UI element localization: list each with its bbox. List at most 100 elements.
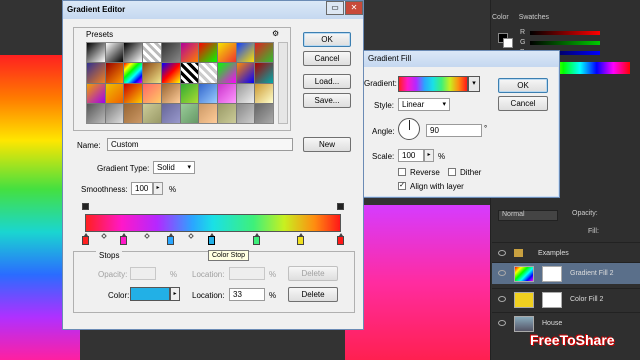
preset-swatch[interactable] [236,63,255,83]
blend-mode-dropdown[interactable]: Normal [498,210,558,221]
midpoint-diamond[interactable] [144,233,150,239]
preset-swatch[interactable] [161,63,180,83]
preset-swatch[interactable] [161,103,180,123]
opacity-stop-left[interactable] [82,203,89,210]
visibility-eye-icon[interactable] [498,250,506,256]
layer-gradient-fill-2[interactable]: Gradient Fill 2 [492,262,640,284]
presets-grid[interactable] [86,42,274,124]
name-input[interactable]: Custom [107,138,293,151]
visibility-eye-icon[interactable] [498,320,506,326]
preset-swatch[interactable] [255,43,273,63]
angle-dial[interactable] [398,118,420,140]
preset-swatch[interactable] [217,83,236,103]
preset-swatch[interactable] [124,63,143,83]
color-menu-arrow-icon[interactable]: ▸ [170,287,180,301]
preset-swatch[interactable] [161,83,180,103]
presets-scrollbar[interactable] [278,42,288,124]
color-stop[interactable] [253,233,260,245]
preset-swatch[interactable] [180,63,199,83]
style-dropdown[interactable]: Linear [398,98,450,111]
preset-swatch[interactable] [87,103,105,123]
color-stop[interactable] [167,233,174,245]
color-stop-selected[interactable] [208,233,215,245]
save-button[interactable]: Save... [303,93,351,108]
red-slider[interactable] [530,31,600,35]
preset-swatch[interactable] [199,103,217,123]
cancel-button[interactable]: Cancel [498,96,548,111]
preset-swatch[interactable] [124,83,143,103]
color-stop[interactable] [337,233,344,245]
layer-color-fill-2[interactable]: Color Fill 2 [492,288,640,310]
preset-swatch[interactable] [199,83,217,103]
preset-swatch[interactable] [217,103,236,123]
scale-dropdown-arrow-icon[interactable]: ▸ [424,149,434,162]
new-button[interactable]: New [303,137,351,152]
color-stop[interactable] [82,233,89,245]
layer-name: House [542,320,563,327]
green-slider[interactable] [530,41,600,45]
preset-swatch[interactable] [143,63,161,83]
angle-input[interactable]: 90 [426,124,482,137]
gradient-picker-arrow-icon[interactable]: ▾ [468,76,480,92]
tab-swatches[interactable]: Swatches [519,14,549,21]
preset-swatch[interactable] [180,103,199,123]
preset-swatch[interactable] [255,103,273,123]
preset-swatch[interactable] [143,83,161,103]
preset-swatch[interactable] [87,63,105,83]
align-with-layer-checkbox[interactable]: ✓ [398,182,406,190]
color-delete-button[interactable]: Delete [288,287,338,302]
preset-swatch[interactable] [105,83,124,103]
opacity-stop-right[interactable] [337,203,344,210]
smoothness-input[interactable]: 100 [131,182,153,195]
gradient-preview-swatch[interactable] [398,76,468,92]
load-button[interactable]: Load... [303,74,351,89]
reverse-checkbox[interactable] [398,168,406,176]
preset-swatch[interactable] [199,43,217,63]
canvas-gradient-bottom [345,205,495,360]
preset-swatch[interactable] [161,43,180,63]
preset-swatch[interactable] [105,43,124,63]
preset-swatch[interactable] [180,43,199,63]
color-stop[interactable] [297,233,304,245]
preset-swatch[interactable] [124,103,143,123]
dither-checkbox[interactable] [448,168,456,176]
midpoint-diamond[interactable] [188,233,194,239]
preset-swatch[interactable] [236,103,255,123]
opacity-delete-button[interactable]: Delete [288,266,338,281]
stop-color-swatch[interactable] [130,287,170,301]
color-location-input[interactable]: 33 [229,288,265,301]
scale-input[interactable]: 100 [398,149,424,162]
preset-swatch[interactable] [105,63,124,83]
preset-swatch[interactable] [87,43,105,63]
preset-swatch[interactable] [105,103,124,123]
preset-swatch[interactable] [143,103,161,123]
close-icon[interactable]: ✕ [345,1,363,15]
midpoint-diamond[interactable] [101,233,107,239]
minimize-icon[interactable]: ▭ [326,1,344,15]
preset-swatch[interactable] [236,43,255,63]
cancel-button[interactable]: Cancel [303,51,351,66]
color-stop[interactable] [120,233,127,245]
layer-house[interactable]: House [492,312,640,334]
preset-swatch[interactable] [236,83,255,103]
preset-swatch[interactable] [87,83,105,103]
smoothness-arrow-icon[interactable]: ▸ [153,182,163,195]
preset-swatch[interactable] [143,43,161,63]
preset-swatch[interactable] [180,83,199,103]
preset-swatch[interactable] [199,63,217,83]
preset-swatch[interactable] [255,83,273,103]
background-color-swatch[interactable] [503,38,513,48]
preset-swatch[interactable] [217,63,236,83]
ok-button[interactable]: OK [303,32,351,47]
visibility-eye-icon[interactable] [498,296,506,302]
preset-swatch[interactable] [217,43,236,63]
tab-color[interactable]: Color [492,14,509,21]
visibility-eye-icon[interactable] [498,270,506,276]
gradient-type-dropdown[interactable]: Solid [153,161,195,174]
ok-button[interactable]: OK [498,78,548,93]
preset-swatch[interactable] [124,43,143,63]
gradient-preview-bar[interactable] [85,214,341,232]
presets-gear-icon[interactable]: ⚙ [272,29,279,38]
preset-swatch[interactable] [255,63,273,83]
layer-group-examples[interactable]: Examples [492,242,640,264]
